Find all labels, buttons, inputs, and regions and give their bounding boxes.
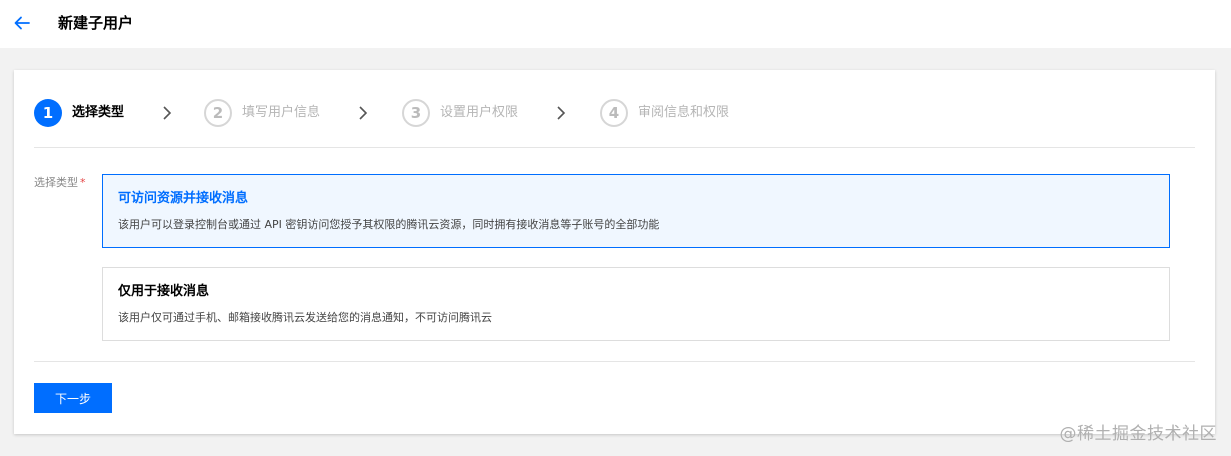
type-field-label-text: 选择类型: [34, 176, 78, 189]
step-3-label: 设置用户权限: [440, 105, 519, 120]
step-3-number: 3: [402, 99, 430, 127]
step-4-number: 4: [600, 99, 628, 127]
chevron-right-icon: [557, 106, 566, 120]
required-mark: *: [80, 176, 86, 189]
step-1-label: 选择类型: [72, 105, 125, 120]
next-button[interactable]: 下一步: [34, 383, 112, 413]
divider: [34, 147, 1195, 148]
type-field-label: 选择类型 *: [34, 176, 86, 190]
arrow-left-icon: [14, 16, 30, 30]
step-2-label: 填写用户信息: [242, 105, 321, 120]
step-4: 4 审阅信息和权限: [600, 98, 729, 128]
option-title: 可访问资源并接收消息: [118, 191, 249, 206]
page-title: 新建子用户: [58, 14, 134, 32]
option-access-and-receive[interactable]: 可访问资源并接收消息 该用户可以登录控制台或通过 API 密钥访问您授予其权限的…: [102, 174, 1170, 248]
option-receive-only[interactable]: 仅用于接收消息 该用户仅可通过手机、邮箱接收腾讯云发送给您的消息通知，不可访问腾…: [102, 267, 1170, 341]
step-4-label: 审阅信息和权限: [638, 105, 730, 120]
step-1: 1 选择类型: [34, 98, 124, 128]
step-3: 3 设置用户权限: [402, 98, 518, 128]
stepper: 1 选择类型 2 填写用户信息 3 设置用户权限 4 审阅信息和权限: [34, 98, 1204, 130]
watermark: @稀土掘金技术社区: [1059, 424, 1217, 444]
option-title: 仅用于接收消息: [118, 284, 210, 299]
back-button[interactable]: [12, 13, 32, 33]
step-2: 2 填写用户信息: [204, 98, 320, 128]
option-description: 该用户仅可通过手机、邮箱接收腾讯云发送给您的消息通知，不可访问腾讯云: [118, 311, 492, 324]
chevron-right-icon: [359, 106, 368, 120]
chevron-right-icon: [163, 106, 172, 120]
main-panel: 1 选择类型 2 填写用户信息 3 设置用户权限 4 审阅信息和权限 选择类型 *…: [14, 70, 1215, 434]
divider: [34, 361, 1195, 362]
option-description: 该用户可以登录控制台或通过 API 密钥访问您授予其权限的腾讯云资源，同时拥有接…: [118, 218, 660, 231]
top-bar: 新建子用户: [0, 0, 1231, 48]
step-2-number: 2: [204, 99, 232, 127]
step-1-number: 1: [34, 99, 62, 127]
